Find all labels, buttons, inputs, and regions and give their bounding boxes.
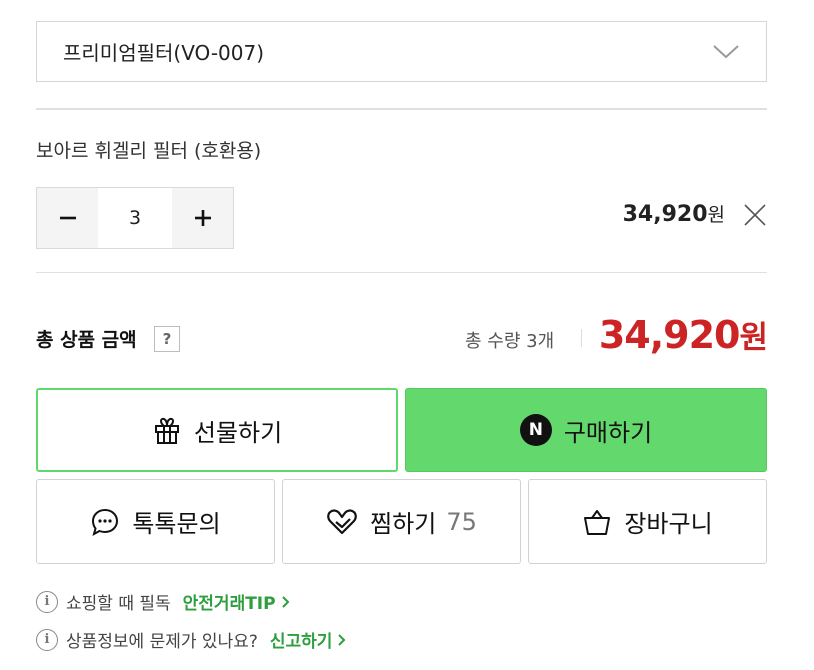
selected-item-name: 보아르 휘겔리 필터 (호환용) (36, 140, 262, 162)
quantity-value[interactable]: 3 (98, 188, 172, 248)
talktalk-label: 톡톡문의 (132, 510, 221, 538)
chevron-down-icon (713, 45, 739, 59)
talktalk-inquiry-button[interactable]: 톡톡문의 (36, 479, 275, 564)
report-link-label: 신고하기 (269, 632, 333, 652)
chat-bubble-icon (90, 507, 120, 537)
item-price: 34,920원 (623, 200, 725, 227)
info-icon: i (36, 628, 58, 651)
divider (36, 272, 767, 273)
safety-tip-link[interactable]: 안전거래TIP (183, 589, 290, 614)
item-price-value: 34,920 (622, 202, 708, 227)
total-price-unit: 원 (739, 320, 768, 356)
heart-icon (326, 508, 358, 536)
gift-button[interactable]: 선물하기 (36, 388, 398, 472)
report-notice: i 상품정보에 문제가 있나요? 신고하기 (36, 627, 346, 652)
help-icon[interactable]: ? (154, 326, 180, 352)
safety-notice-text: 쇼핑할 때 필독 (66, 594, 171, 614)
info-icon: i (36, 590, 58, 613)
gift-icon (152, 415, 182, 445)
total-price: 34,920원 (598, 312, 768, 357)
decrease-button[interactable] (37, 188, 98, 248)
buy-button[interactable]: N 구매하기 (405, 388, 767, 472)
plus-icon (194, 210, 211, 226)
total-quantity: 총 수량 3개 (465, 331, 555, 352)
naver-pay-icon: N (519, 414, 552, 446)
gift-label: 선물하기 (193, 418, 283, 447)
option-select[interactable]: 프리미엄필터(VO-007) (36, 21, 767, 82)
divider (581, 329, 582, 347)
wishlist-label: 찜하기 (370, 510, 437, 538)
cart-label: 장바구니 (624, 510, 713, 538)
close-icon[interactable] (743, 203, 767, 227)
safety-tip-label: 안전거래TIP (182, 594, 276, 614)
chevron-right-icon (281, 595, 290, 608)
report-notice-text: 상품정보에 문제가 있나요? (66, 632, 258, 652)
wishlist-button[interactable]: 찜하기 75 (282, 479, 521, 564)
buy-label: 구매하기 (563, 418, 653, 447)
report-link[interactable]: 신고하기 (270, 627, 347, 652)
cart-button[interactable]: 장바구니 (528, 479, 767, 564)
minus-icon (59, 216, 76, 220)
chevron-right-icon (338, 633, 346, 646)
item-price-unit: 원 (707, 204, 725, 226)
total-label: 총 상품 금액 (36, 329, 137, 351)
divider (36, 108, 767, 110)
safety-notice: i 쇼핑할 때 필독 안전거래TIP (36, 589, 290, 614)
quantity-stepper: 3 (36, 187, 234, 249)
total-price-value: 34,920 (598, 313, 741, 357)
wishlist-count: 75 (446, 507, 477, 536)
option-select-value: 프리미엄필터(VO-007) (63, 41, 265, 65)
increase-button[interactable] (172, 188, 233, 248)
shopping-bag-icon (582, 507, 612, 537)
